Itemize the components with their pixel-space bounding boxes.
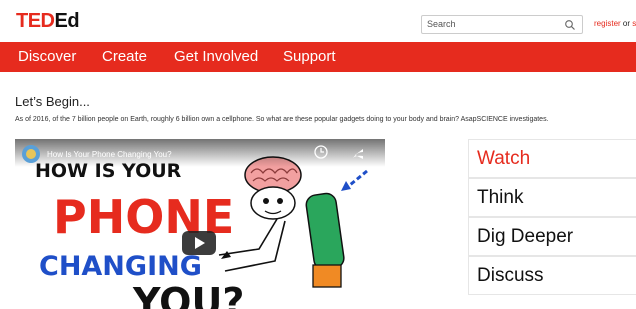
auth-or-text: or xyxy=(622,19,631,28)
lesson-description: As of 2016, of the 7 billion people on E… xyxy=(15,116,549,123)
ted-ed-logo[interactable]: TEDEd xyxy=(16,10,80,33)
search-input[interactable] xyxy=(427,19,557,29)
art-line-4: YOU? xyxy=(132,280,244,309)
logo-ed-text: Ed xyxy=(54,10,80,32)
lesson-heading: Let’s Begin... xyxy=(15,94,90,109)
auth-links: register or si xyxy=(594,19,636,28)
tab-think[interactable]: Think xyxy=(468,178,636,217)
tab-discuss[interactable]: Discuss xyxy=(468,256,636,295)
video-thumbnail: HOW IS YOUR PHONE CHANGING YOU? How Is Y… xyxy=(15,139,385,309)
tab-watch[interactable]: Watch xyxy=(468,139,636,178)
logo-ted-text: TED xyxy=(16,10,55,32)
main-nav: Discover Create Get Involved Support xyxy=(0,42,636,72)
video-player[interactable]: HOW IS YOUR PHONE CHANGING YOU? How Is Y… xyxy=(15,139,385,309)
tab-dig-deeper[interactable]: Dig Deeper xyxy=(468,217,636,256)
video-title[interactable]: How Is Your Phone Changing You? xyxy=(47,150,172,159)
nav-item-get-involved[interactable]: Get Involved xyxy=(174,48,258,65)
register-link[interactable]: register xyxy=(594,19,621,28)
nav-item-discover[interactable]: Discover xyxy=(18,48,76,65)
nav-item-support[interactable]: Support xyxy=(283,48,336,65)
search-icon[interactable] xyxy=(564,19,576,31)
play-button[interactable] xyxy=(182,231,216,255)
signin-link[interactable]: si xyxy=(632,19,636,28)
brain-character-illustration xyxy=(218,156,368,288)
search-box[interactable] xyxy=(421,15,583,34)
art-line-3: CHANGING xyxy=(39,251,202,282)
nav-item-create[interactable]: Create xyxy=(102,48,147,65)
